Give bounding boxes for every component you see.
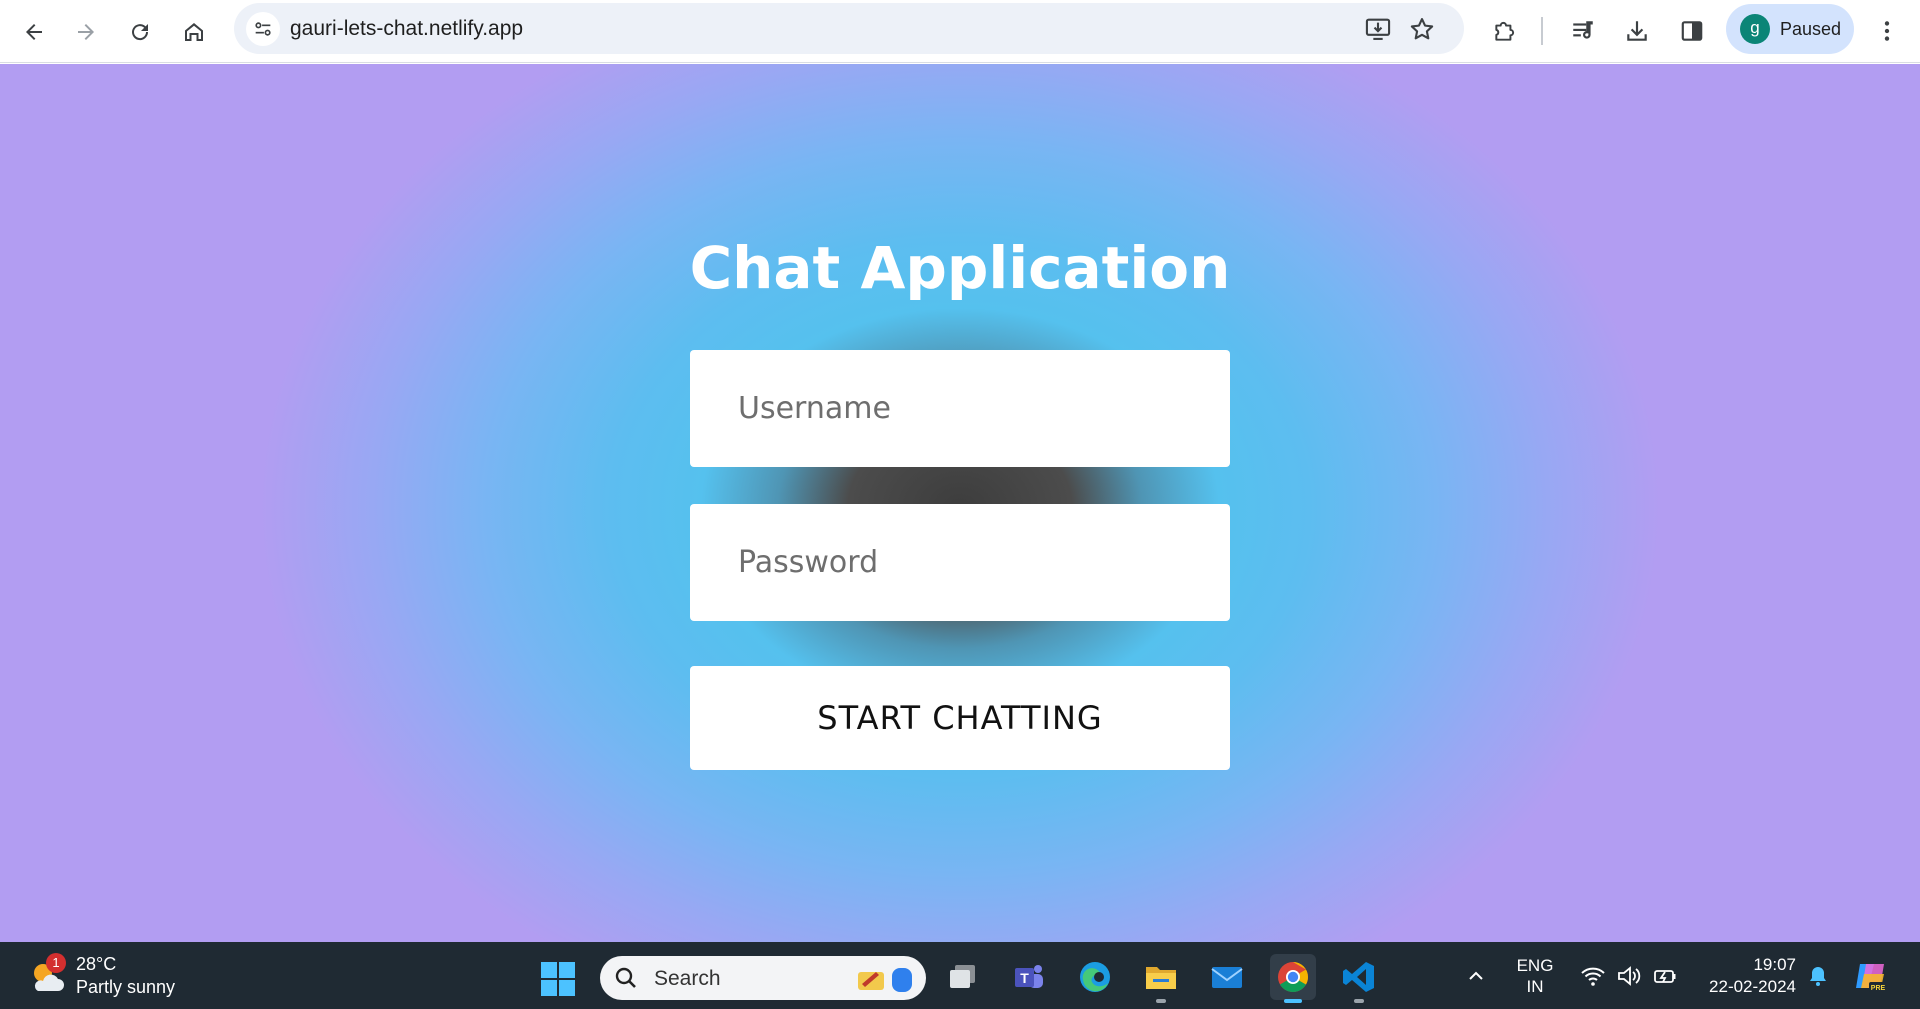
task-view-icon (950, 965, 975, 988)
downloads-icon (1627, 21, 1647, 41)
language-indicator[interactable]: ENG IN (1515, 955, 1555, 997)
weather-temperature: 28°C (76, 954, 117, 974)
clock-time: 19:07 (1753, 955, 1796, 974)
clock-date: 22-02-2024 (1709, 977, 1796, 996)
home-button[interactable] (174, 12, 214, 52)
search-highlight-icon (858, 968, 912, 992)
page-title: Chat Application (689, 234, 1231, 302)
edge-icon (1080, 962, 1110, 992)
side-panel-button[interactable] (1675, 14, 1709, 48)
forward-icon (78, 24, 94, 40)
site-info-icon (255, 22, 271, 36)
running-indicator (1156, 999, 1166, 1003)
task-view-app[interactable] (940, 954, 986, 1000)
copilot-icon[interactable]: PRE (1852, 958, 1888, 994)
svg-text:T: T (1020, 970, 1029, 986)
active-indicator (1284, 999, 1302, 1003)
notification-badge: 1 (46, 953, 66, 973)
edge-app[interactable] (1072, 954, 1118, 1000)
wifi-icon[interactable] (1580, 963, 1606, 989)
downloads-button[interactable] (1620, 14, 1654, 48)
chrome-app[interactable] (1270, 954, 1316, 1003)
browser-toolbar: gauri-lets-chat.netlify.app g Paused (0, 0, 1920, 63)
search-placeholder: Search (654, 967, 721, 990)
language-region: IN (1526, 977, 1544, 996)
forward-button[interactable] (66, 12, 106, 52)
svg-text:PRE: PRE (1871, 985, 1886, 992)
extensions-button[interactable] (1488, 14, 1522, 48)
vscode-app[interactable] (1336, 954, 1382, 1003)
search-icon (615, 967, 636, 988)
language-code: ENG (1516, 956, 1554, 975)
back-button[interactable] (14, 12, 54, 52)
weather-widget[interactable]: 1 28°C Partly sunny (24, 952, 224, 1000)
bookmark-star-icon[interactable] (1408, 15, 1436, 43)
install-app-icon[interactable] (1364, 15, 1392, 43)
battery-icon[interactable] (1652, 963, 1678, 989)
page-viewport: Chat Application START CHATTING (0, 64, 1920, 942)
password-input[interactable] (690, 504, 1230, 621)
system-clock[interactable]: 19:07 22-02-2024 (1690, 954, 1796, 998)
weather-condition: Partly sunny (76, 977, 176, 997)
teams-icon: T (1015, 965, 1043, 988)
notification-bell-icon[interactable] (1806, 964, 1830, 988)
media-control-button[interactable] (1566, 14, 1600, 48)
extensions-icon (1495, 21, 1515, 41)
taskbar: 1 28°C Partly sunny Search T ENG IN 19:0… (0, 942, 1920, 1009)
side-panel-icon (1681, 21, 1703, 41)
site-info-button[interactable] (246, 12, 280, 46)
taskbar-search[interactable]: Search (600, 956, 926, 1000)
url-text[interactable]: gauri-lets-chat.netlify.app (290, 17, 523, 41)
username-input[interactable] (690, 350, 1230, 467)
home-icon (185, 23, 203, 41)
chrome-icon (1278, 962, 1308, 993)
start-chatting-button[interactable]: START CHATTING (690, 666, 1230, 770)
windows-start-icon[interactable] (540, 961, 576, 997)
folder-icon (1146, 967, 1176, 989)
browser-menu-button[interactable] (1870, 14, 1904, 48)
back-icon (26, 24, 42, 40)
show-hidden-icons-icon[interactable] (1465, 965, 1487, 987)
teams-app[interactable]: T (1006, 954, 1052, 1000)
toolbar-divider (1541, 17, 1543, 45)
reload-button[interactable] (120, 12, 160, 52)
file-explorer-app[interactable] (1138, 954, 1184, 1003)
media-control-icon (1573, 21, 1593, 39)
menu-icon (1884, 21, 1890, 41)
vscode-icon (1343, 962, 1374, 992)
volume-icon[interactable] (1616, 963, 1642, 989)
profile-status: Paused (1780, 19, 1842, 39)
mail-app[interactable] (1204, 954, 1250, 1000)
profile-button[interactable]: g Paused (1726, 4, 1854, 54)
avatar: g (1740, 14, 1770, 44)
address-bar[interactable]: gauri-lets-chat.netlify.app (234, 3, 1464, 54)
running-indicator (1354, 999, 1364, 1003)
reload-icon (132, 24, 149, 41)
mail-icon (1211, 967, 1243, 988)
